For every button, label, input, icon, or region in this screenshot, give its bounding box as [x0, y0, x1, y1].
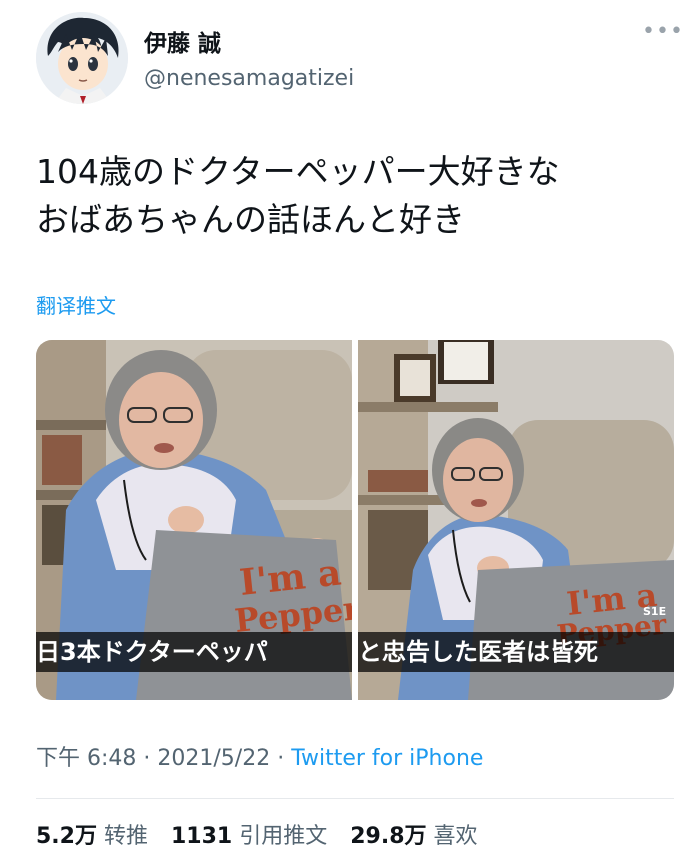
likes-stat[interactable]: 29.8万 喜欢	[350, 824, 477, 849]
more-dots-icon[interactable]: •••	[642, 21, 683, 43]
video-caption-left: 日3本ドクターペッパ	[36, 632, 352, 672]
tweet-source[interactable]: Twitter for iPhone	[291, 746, 483, 771]
tweet-time[interactable]: 下午 6:48	[36, 746, 136, 771]
media-grid: I'm a Pepper 日3本ドクターペッパ I'm a Pepper S1E…	[36, 340, 674, 700]
tweet-date[interactable]: 2021/5/22	[157, 746, 270, 771]
user-handle[interactable]: @nenesamagatizei	[144, 66, 354, 91]
tweet-stats: 5.2万 转推 1131 引用推文 29.8万 喜欢	[36, 818, 494, 850]
likes-count: 29.8万	[350, 824, 427, 849]
translate-tweet-link[interactable]: 翻译推文	[36, 290, 116, 319]
meta-separator-1: ·	[136, 746, 158, 771]
retweets-stat[interactable]: 5.2万 转推	[36, 824, 148, 849]
display-name[interactable]: 伊藤 誠	[144, 24, 221, 58]
media-image-right[interactable]: I'm a Pepper S1E と忠告した医者は皆死	[358, 340, 674, 700]
quotes-stat[interactable]: 1131 引用推文	[171, 824, 327, 849]
tweet-text-line-2: おばあちゃんの話ほんと好き	[36, 200, 465, 239]
quotes-count: 1131	[171, 824, 233, 849]
retweets-count: 5.2万	[36, 824, 97, 849]
likes-label: 喜欢	[433, 824, 478, 849]
retweets-label: 转推	[103, 824, 148, 849]
meta-separator-2: ·	[270, 746, 292, 771]
divider	[36, 798, 674, 799]
tweet-text-line-1: 104歳のドクターペッパー大好きな	[36, 152, 560, 191]
quotes-label: 引用推文	[239, 824, 328, 849]
video-caption-right: と忠告した医者は皆死	[358, 632, 674, 672]
tweet-text: 104歳のドクターペッパー大好きな おばあちゃんの話ほんと好き	[36, 148, 666, 244]
avatar[interactable]	[36, 12, 128, 104]
tweet-header: 伊藤 誠 @nenesamagatizei •••	[36, 12, 683, 104]
tweet-meta: 下午 6:48 · 2021/5/22 · Twitter for iPhone	[36, 740, 483, 772]
media-image-left[interactable]: I'm a Pepper 日3本ドクターペッパ	[36, 340, 352, 700]
avatar-illustration	[36, 12, 128, 104]
episode-tag: S1E	[643, 605, 666, 618]
